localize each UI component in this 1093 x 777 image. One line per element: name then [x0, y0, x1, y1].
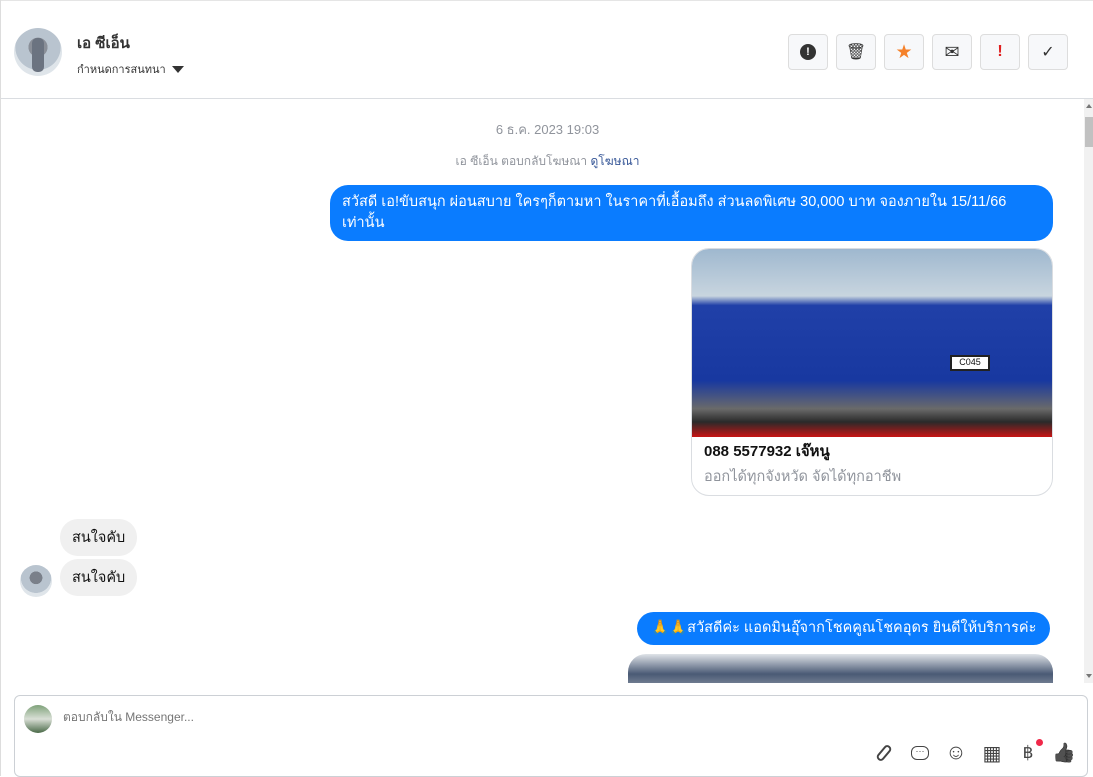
reply-composer: ··· ☺ ▦ ฿ 👍	[14, 695, 1088, 777]
outgoing-message: สวัสดี เอ!ขับสนุก ผ่อนสบาย ใครๆก็ตามหา ใ…	[330, 185, 1053, 241]
check-icon: ✓	[1041, 44, 1055, 61]
star-button[interactable]: ★	[884, 34, 924, 70]
chat-bubble-icon: ···	[911, 746, 929, 760]
message-thread: 6 ธ.ค. 2023 19:03 เอ ซีเอ็น ตอบกลับโฆษณา…	[1, 99, 1084, 683]
attach-button[interactable]	[873, 742, 895, 764]
assign-label: กำหนดการสนทนา	[77, 64, 166, 76]
attached-image[interactable]	[628, 654, 1053, 683]
assign-conversation-dropdown[interactable]: กำหนดการสนทนา	[77, 60, 184, 78]
ad-reply-note: เอ ซีเอ็น ตอบกลับโฆษณา ดูโฆษณา	[1, 152, 1084, 171]
report-button[interactable]: !	[788, 34, 828, 70]
alert-circle-icon: !	[800, 44, 816, 60]
incoming-message: สนใจคับ	[60, 519, 138, 556]
scroll-thumb[interactable]	[1085, 117, 1093, 147]
outgoing-message: 🙏🙏สวัสดีค่ะ แอดมินอุ๊จากโชคคูณโชคอุดร ยิ…	[637, 612, 1051, 645]
payment-button[interactable]: ฿	[1017, 739, 1043, 764]
table-icon: ▦	[982, 742, 1002, 765]
composer-tools: ··· ☺ ▦ ฿ 👍	[873, 739, 1076, 765]
sender-avatar	[20, 565, 52, 597]
exclamation-icon: !	[997, 43, 1003, 60]
page-avatar	[24, 705, 52, 733]
header-actions: ! 🗑 ★ ✉ ! ✓	[788, 34, 1068, 70]
notification-dot	[1036, 739, 1043, 746]
thumbs-up-icon: 👍	[1052, 743, 1076, 764]
ad-card-subtitle: ออกได้ทุกจังหวัด จัดได้ทุกอาชีพ	[704, 469, 902, 485]
ad-card-title: 088 5577932 เจ๊หนู	[704, 443, 830, 460]
saved-replies-button[interactable]: ···	[909, 742, 931, 764]
avatar[interactable]	[14, 28, 62, 76]
reply-input[interactable]	[63, 710, 763, 724]
ad-image: C045	[692, 249, 1052, 437]
ad-card[interactable]: C045 088 5577932 เจ๊หนู ออกได้ทุกจังหวัด…	[691, 248, 1053, 496]
caret-down-icon	[171, 65, 184, 73]
delete-button[interactable]: 🗑	[836, 34, 876, 70]
view-ad-link[interactable]: ดูโฆษณา	[591, 154, 640, 168]
paperclip-icon	[875, 743, 893, 763]
timestamp: 6 ธ.ค. 2023 19:03	[495, 122, 600, 137]
trash-icon: 🗑	[845, 44, 867, 61]
incoming-message: สนใจคับ	[60, 559, 138, 596]
envelope-icon: ✉	[944, 41, 960, 62]
chat-scrollbar[interactable]	[1084, 99, 1093, 683]
table-button[interactable]: ▦	[981, 742, 1003, 765]
scroll-up-icon[interactable]	[1086, 104, 1092, 108]
like-button[interactable]: 👍	[1052, 742, 1076, 764]
mark-unread-button[interactable]: ✉	[932, 34, 972, 70]
baht-icon: ฿	[1022, 743, 1034, 762]
scroll-down-icon[interactable]	[1086, 674, 1092, 678]
mark-done-button[interactable]: ✓	[1028, 34, 1068, 70]
conversation-header: เอ ซีเอ็น กำหนดการสนทนา ! 🗑 ★ ✉ ! ✓	[1, 0, 1093, 99]
important-button[interactable]: !	[980, 34, 1020, 70]
star-icon: ★	[895, 41, 913, 63]
ad-reply-text: เอ ซีเอ็น ตอบกลับโฆษณา	[455, 154, 588, 168]
license-plate: C045	[950, 355, 990, 371]
contact-name: เอ ซีเอ็น	[77, 35, 130, 52]
emoji-button[interactable]: ☺	[945, 741, 967, 764]
smiley-icon: ☺	[945, 741, 967, 764]
